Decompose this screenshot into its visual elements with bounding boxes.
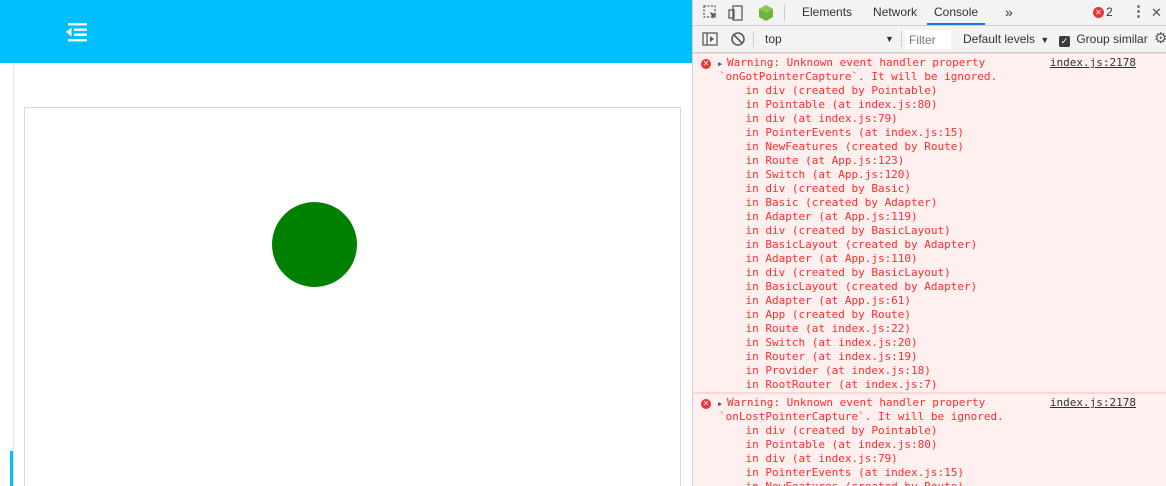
expand-triangle-icon[interactable]: ▶	[718, 398, 722, 410]
tab-network[interactable]: Network	[873, 0, 917, 25]
chevron-down-icon: ▼	[885, 34, 894, 44]
devtools-tab-bar: Elements Network Console » ✕ 2 ⋮ ✕	[693, 0, 1166, 26]
stack-line: in div (created by Basic)	[719, 182, 912, 195]
app-header	[0, 0, 692, 63]
error-count[interactable]: 2	[1106, 0, 1113, 25]
stack-line: in Switch (at index.js:20)	[719, 336, 918, 349]
context-value: top	[765, 32, 782, 46]
toolbar-separator	[901, 31, 902, 47]
device-toolbar-icon[interactable]	[727, 4, 745, 22]
stack-line: in div (created by Pointable)	[719, 424, 938, 437]
stack-line: in div (at index.js:79)	[719, 112, 898, 125]
stack-line: in Switch (at App.js:120)	[719, 168, 912, 181]
app-pane	[0, 0, 692, 486]
tab-separator	[784, 5, 785, 21]
filter-input[interactable]	[905, 30, 951, 49]
group-similar-label: Group similar	[1076, 32, 1148, 46]
stack-line: in Pointable (at index.js:80)	[719, 438, 938, 451]
console-toolbar: top ▼ Default levels ▼ ✓ Group similar ⚙	[693, 26, 1166, 53]
console-error-message[interactable]: ✕ ▶ index.js:2178 Warning: Unknown event ha…	[693, 393, 1166, 486]
stack-line: in NewFeatures (created by Route)	[719, 140, 965, 153]
stack-line: in Router (at index.js:19)	[719, 350, 918, 363]
message-body: Warning: Unknown event handler property `…	[693, 54, 1166, 392]
toolbar-separator	[753, 31, 754, 47]
stack-line: in div (created by Pointable)	[719, 84, 938, 97]
log-levels-label: Default levels	[963, 32, 1036, 46]
pointable-circle[interactable]	[272, 202, 357, 287]
stack-line: in div (created by BasicLayout)	[719, 224, 951, 237]
active-indicator	[10, 451, 13, 486]
stack-line: in PointerEvents (at index.js:15)	[719, 126, 965, 139]
source-link[interactable]: index.js:2178	[1050, 56, 1136, 70]
chevron-down-icon: ▼	[1040, 35, 1050, 45]
stack-line: in RootRouter (at index.js:7)	[719, 378, 938, 391]
stack-line: in BasicLayout (created by Adapter)	[719, 280, 978, 293]
stack-line: in Route (at App.js:123)	[719, 154, 905, 167]
tab-console-label: Console	[934, 5, 979, 19]
stack-line: `onGotPointerCapture`. It will be ignore…	[719, 70, 998, 83]
active-tab-underline	[927, 23, 986, 25]
error-count-icon[interactable]: ✕	[1093, 7, 1104, 18]
stack-line: in BasicLayout (created by Adapter)	[719, 238, 978, 251]
console-settings-gear-icon[interactable]: ⚙	[1154, 30, 1166, 48]
console-error-message[interactable]: ✕ ▶ index.js:2178 Warning: Unknown event ha…	[693, 53, 1166, 393]
log-levels-dropdown[interactable]: Default levels ▼	[963, 29, 1049, 49]
stack-line: `onLostPointerCapture`. It will be ignor…	[719, 410, 1004, 423]
devtools-panel: Elements Network Console » ✕ 2 ⋮ ✕ top ▼…	[692, 0, 1166, 486]
stack-line: in Adapter (at App.js:110)	[719, 252, 918, 265]
sidebar-divider	[13, 63, 14, 486]
pointer-canvas[interactable]	[24, 107, 681, 486]
stack-line: in PointerEvents (at index.js:15)	[719, 466, 965, 479]
node-extension-icon[interactable]	[757, 4, 775, 22]
tab-console[interactable]: Console	[927, 0, 986, 25]
stack-line: in Basic (created by Adapter)	[719, 196, 938, 209]
clear-console-icon[interactable]	[730, 31, 746, 50]
menu-fold-icon[interactable]	[62, 18, 92, 46]
tab-elements[interactable]: Elements	[802, 0, 852, 25]
checkbox-checked-icon[interactable]: ✓	[1059, 36, 1070, 47]
error-icon: ✕	[701, 399, 711, 409]
context-selector[interactable]: top ▼	[759, 29, 897, 49]
group-similar-toggle[interactable]: ✓ Group similar	[1059, 29, 1148, 49]
more-tabs-icon[interactable]: »	[1005, 0, 1013, 25]
error-icon: ✕	[701, 59, 711, 69]
console-messages: ✕ ▶ index.js:2178 Warning: Unknown event ha…	[693, 53, 1166, 486]
stack-line: in Adapter (at App.js:119)	[719, 210, 918, 223]
stack-line: in div (created by BasicLayout)	[719, 266, 951, 279]
stack-line: in Provider (at index.js:18)	[719, 364, 931, 377]
close-devtools-icon[interactable]: ✕	[1151, 0, 1162, 25]
show-sidebar-icon[interactable]	[702, 31, 718, 50]
source-link[interactable]: index.js:2178	[1050, 396, 1136, 410]
inspect-element-icon[interactable]	[702, 4, 720, 22]
stack-line: in NewFeatures (created by Route)	[719, 480, 1166, 486]
stack-line: in Pointable (at index.js:80)	[719, 98, 938, 111]
stack-line: in div (at index.js:79)	[719, 452, 898, 465]
stack-line: in Adapter (at App.js:61)	[719, 294, 912, 307]
stack-line: in App (created by Route)	[719, 308, 912, 321]
expand-triangle-icon[interactable]: ▶	[718, 58, 722, 70]
stack-line: in Route (at index.js:22)	[719, 322, 912, 335]
devtools-menu-icon[interactable]: ⋮	[1131, 0, 1146, 25]
